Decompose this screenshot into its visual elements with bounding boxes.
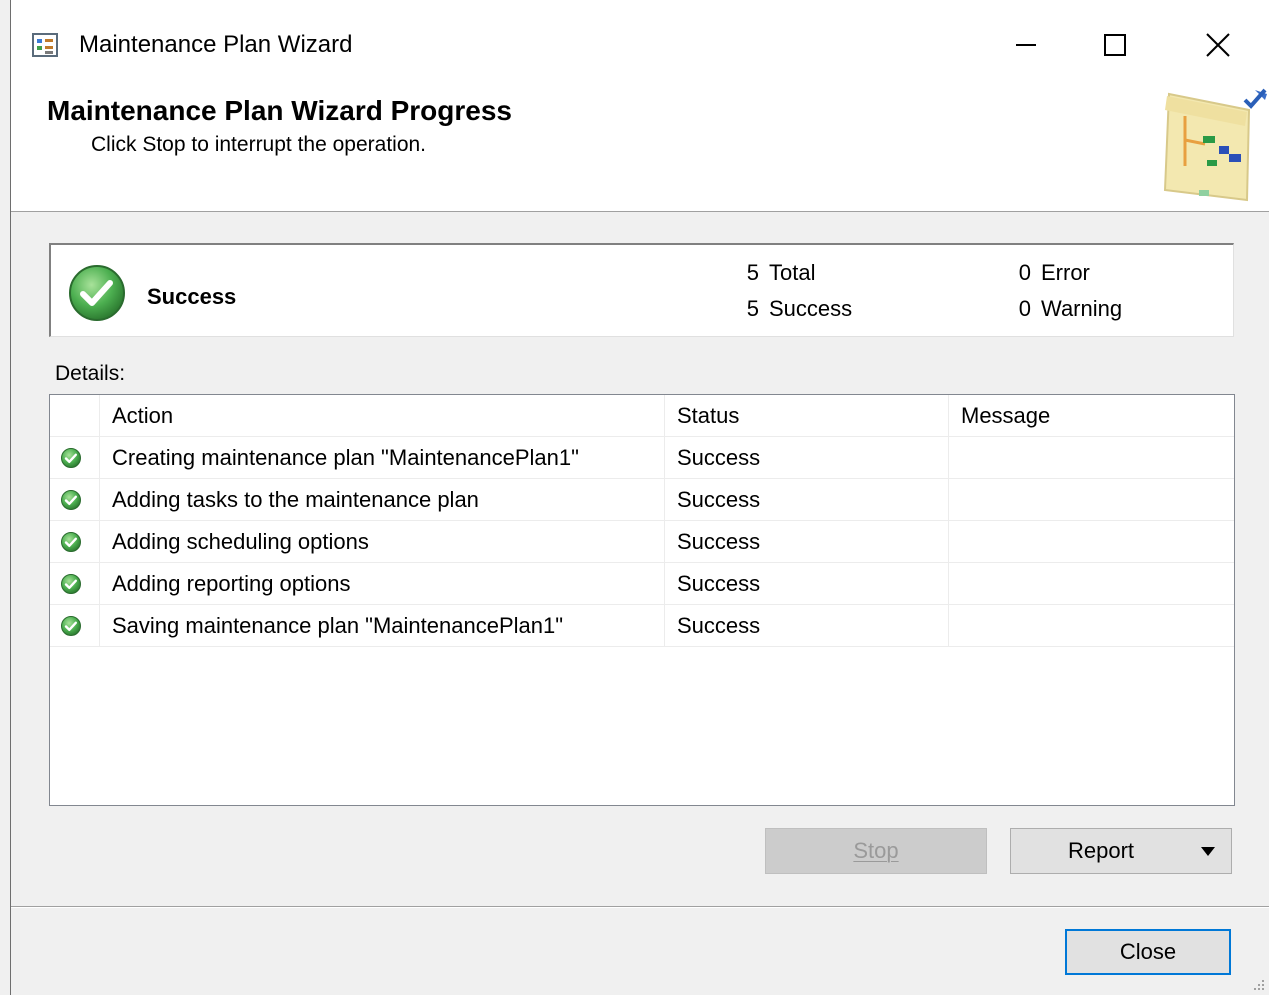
maximize-button[interactable] — [1085, 20, 1145, 70]
row-message — [949, 479, 1234, 521]
table-row[interactable]: Adding scheduling options Success — [50, 521, 1234, 563]
row-status: Success — [665, 437, 949, 479]
table-row[interactable]: Adding reporting options Success — [50, 563, 1234, 605]
stat-error: 0 Error — [1018, 260, 1090, 285]
maximize-icon — [1104, 34, 1126, 56]
minimize-button[interactable] — [996, 20, 1056, 70]
minimize-icon — [1016, 44, 1036, 46]
close-icon — [1206, 33, 1230, 57]
success-check-icon — [61, 448, 81, 468]
details-grid[interactable]: Action Status Message Creating maintenan… — [49, 394, 1235, 806]
row-action: Creating maintenance plan "MaintenancePl… — [100, 437, 665, 479]
row-action: Adding scheduling options — [100, 521, 665, 563]
row-message — [949, 605, 1234, 647]
row-icon-cell — [50, 437, 100, 479]
success-check-icon — [61, 616, 81, 636]
grid-header-icon-column — [50, 395, 100, 437]
page-title: Maintenance Plan Wizard Progress — [47, 95, 512, 126]
success-check-icon — [61, 490, 81, 510]
column-header-message[interactable]: Message — [949, 395, 1234, 437]
row-status: Success — [665, 479, 949, 521]
table-row[interactable]: Saving maintenance plan "MaintenancePlan… — [50, 605, 1234, 647]
table-row[interactable]: Creating maintenance plan "MaintenancePl… — [50, 437, 1234, 479]
row-action: Adding reporting options — [100, 563, 665, 605]
row-icon-cell — [50, 521, 100, 563]
report-button[interactable]: Report — [1010, 828, 1232, 874]
dropdown-arrow-icon[interactable] — [1201, 847, 1215, 856]
success-check-icon — [61, 532, 81, 552]
title-bar: Maintenance Plan Wizard — [11, 0, 1269, 80]
stat-success: 5 Success — [746, 296, 853, 321]
row-icon-cell — [50, 563, 100, 605]
row-action: Saving maintenance plan "MaintenancePlan… — [100, 605, 665, 647]
success-check-icon — [61, 574, 81, 594]
grid-header-row: Action Status Message — [50, 395, 1234, 437]
maintenance-plan-icon — [32, 33, 58, 57]
column-header-action[interactable]: Action — [100, 395, 665, 437]
summary-status: Success — [147, 284, 237, 309]
row-status: Success — [665, 605, 949, 647]
close-window-button[interactable] — [1188, 20, 1248, 70]
row-status: Success — [665, 563, 949, 605]
footer-separator — [11, 906, 1269, 908]
close-button[interactable]: Close — [1065, 929, 1231, 975]
success-check-icon — [69, 265, 125, 321]
row-icon-cell — [50, 479, 100, 521]
row-message — [949, 563, 1234, 605]
row-message — [949, 521, 1234, 563]
stat-total: 5 Total — [746, 260, 816, 285]
resize-grip-icon[interactable] — [1253, 979, 1265, 991]
window-title: Maintenance Plan Wizard — [79, 31, 353, 58]
wizard-window: Maintenance Plan Wizard Maintenance Plan… — [10, 0, 1269, 995]
row-message — [949, 437, 1234, 479]
row-action: Adding tasks to the maintenance plan — [100, 479, 665, 521]
table-row[interactable]: Adding tasks to the maintenance plan Succ… — [50, 479, 1234, 521]
wizard-header: Maintenance Plan Wizard Progress Click S… — [11, 80, 1269, 212]
stop-button[interactable]: Stop — [765, 828, 987, 874]
page-subtitle: Click Stop to interrupt the operation. — [91, 133, 427, 156]
stat-warning: 0 Warning — [1018, 296, 1123, 321]
row-status: Success — [665, 521, 949, 563]
summary-panel: Success 5 Total 5 Success 0 Error 0 Warning — [49, 243, 1234, 337]
wizard-banner-icon — [1163, 88, 1267, 202]
details-label: Details: — [55, 362, 126, 385]
column-header-status[interactable]: Status — [665, 395, 949, 437]
row-icon-cell — [50, 605, 100, 647]
